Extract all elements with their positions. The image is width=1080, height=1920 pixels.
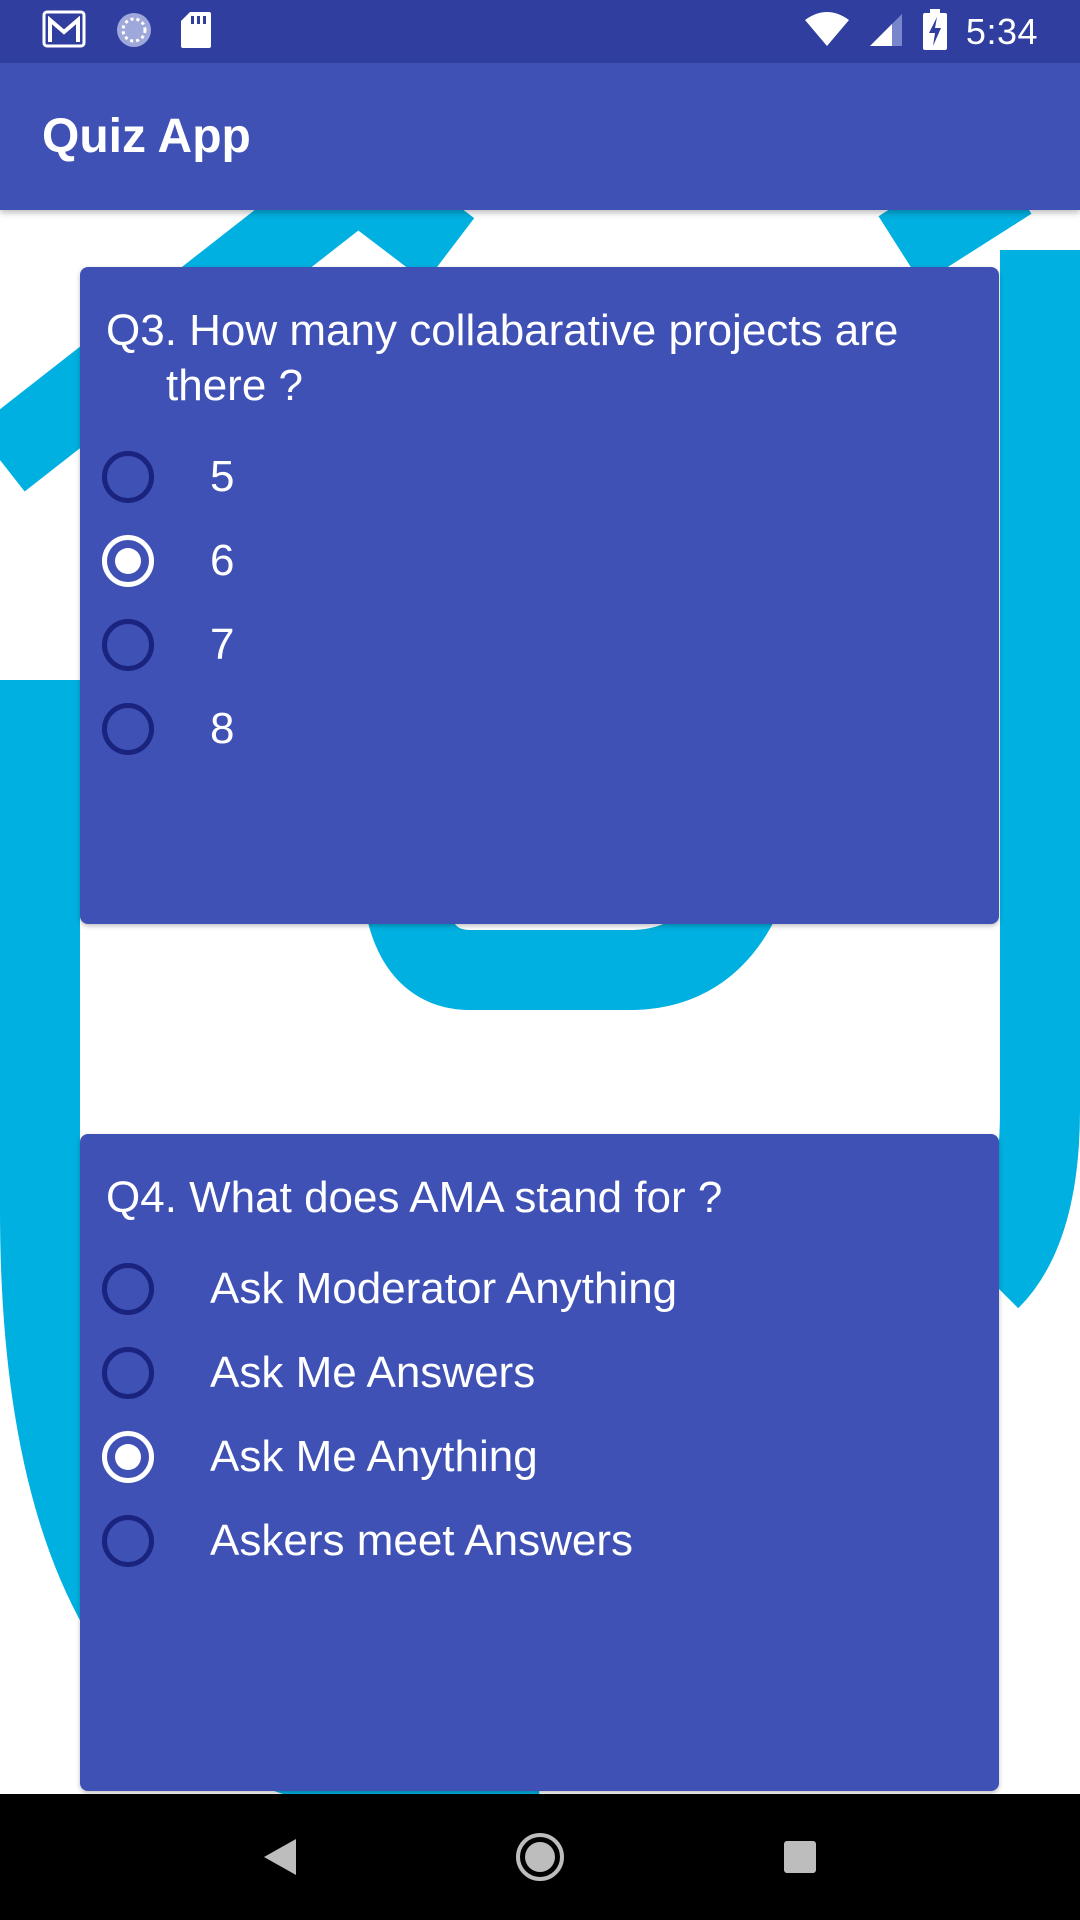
- radio-button-checked[interactable]: [102, 1431, 154, 1483]
- app-title: Quiz App: [42, 110, 251, 163]
- radio-group-q3[interactable]: 5 6 7 8: [102, 435, 973, 771]
- question-card-q3: Q3. How many collabarative projects are …: [80, 267, 999, 924]
- option-label[interactable]: 5: [210, 452, 234, 502]
- radio-button[interactable]: [102, 1347, 154, 1399]
- home-icon[interactable]: [500, 1817, 580, 1897]
- option-label[interactable]: 6: [210, 536, 234, 586]
- status-notifications: [42, 10, 212, 54]
- question-text: Q3. How many collabarative projects are …: [106, 306, 899, 410]
- radio-button[interactable]: [102, 619, 154, 671]
- radio-option[interactable]: Ask Moderator Anything: [102, 1247, 973, 1331]
- radio-option[interactable]: 7: [102, 603, 973, 687]
- recents-icon[interactable]: [760, 1817, 840, 1897]
- status-system: 5:34: [804, 8, 1038, 55]
- option-label[interactable]: Ask Me Answers: [210, 1348, 535, 1398]
- option-label[interactable]: 7: [210, 620, 234, 670]
- radio-button[interactable]: [102, 703, 154, 755]
- sync-icon: [114, 10, 154, 54]
- back-icon[interactable]: [240, 1817, 320, 1897]
- option-label[interactable]: Askers meet Answers: [210, 1516, 633, 1566]
- signal-icon: [868, 12, 904, 52]
- radio-option[interactable]: 5: [102, 435, 973, 519]
- status-time: 5:34: [965, 10, 1038, 52]
- sd-card-icon: [180, 11, 212, 53]
- app-bar: Quiz App: [0, 63, 1080, 210]
- question-text: Q4. What does AMA stand for ?: [106, 1173, 723, 1222]
- question-card-q4: Q4. What does AMA stand for ? Ask Modera…: [80, 1134, 999, 1791]
- radio-option[interactable]: Ask Me Answers: [102, 1331, 973, 1415]
- radio-button[interactable]: [102, 1515, 154, 1567]
- radio-button-checked[interactable]: [102, 535, 154, 587]
- option-label[interactable]: 8: [210, 704, 234, 754]
- option-label[interactable]: Ask Me Anything: [210, 1432, 538, 1482]
- quiz-content[interactable]: Q3. How many collabarative projects are …: [0, 210, 1080, 1794]
- option-label[interactable]: Ask Moderator Anything: [210, 1264, 677, 1314]
- radio-option[interactable]: 6: [102, 519, 973, 603]
- battery-charging-icon: [922, 8, 948, 55]
- status-bar: 5:34: [0, 0, 1080, 63]
- wifi-icon: [804, 11, 850, 52]
- radio-button[interactable]: [102, 451, 154, 503]
- radio-group-q4[interactable]: Ask Moderator Anything Ask Me Answers As…: [102, 1247, 973, 1583]
- radio-button[interactable]: [102, 1263, 154, 1315]
- gmail-icon: [42, 10, 88, 54]
- radio-option[interactable]: 8: [102, 687, 973, 771]
- radio-option[interactable]: Ask Me Anything: [102, 1415, 973, 1499]
- radio-option[interactable]: Askers meet Answers: [102, 1499, 973, 1583]
- navigation-bar: [0, 1794, 1080, 1920]
